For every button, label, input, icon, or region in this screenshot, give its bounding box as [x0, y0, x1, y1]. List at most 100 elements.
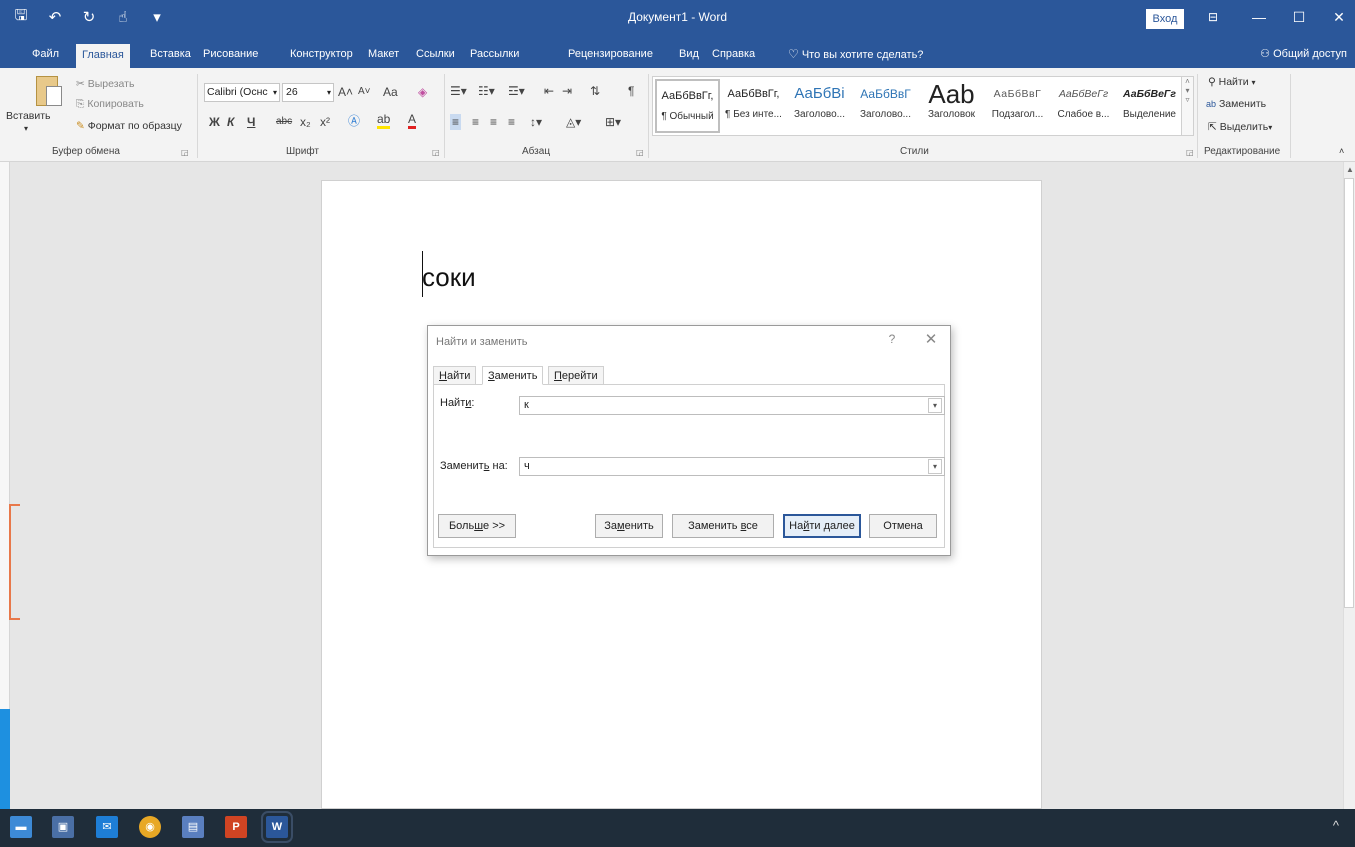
replace-with-input[interactable]: ч ▾ — [519, 457, 945, 476]
style-emphasis[interactable]: АаБбВеГг Выделение — [1117, 79, 1182, 133]
sort-icon[interactable]: ⇅ — [590, 83, 600, 99]
styles-launcher-icon[interactable]: ◲ — [1186, 148, 1194, 157]
superscript-icon[interactable]: x² — [320, 114, 330, 130]
font-name-box[interactable]: Calibri (Оснс ▾ — [204, 83, 280, 102]
share-button[interactable]: ⚇ Общий доступ — [1260, 43, 1347, 65]
style-heading-2[interactable]: АаБбВвГ Заголово... — [853, 79, 918, 133]
underline-icon[interactable]: Ч — [247, 114, 255, 130]
replace-button[interactable]: ab Заменить — [1206, 98, 1266, 110]
cut-button[interactable]: ✂ Вырезать — [76, 78, 134, 90]
align-left-icon[interactable]: ≡ — [450, 114, 462, 130]
button-text: За — [604, 520, 618, 532]
scanner-icon[interactable]: ▤ — [182, 816, 204, 838]
bold-icon[interactable]: Ж — [209, 114, 220, 130]
style-subtle-emphasis[interactable]: АаБбВеГг Слабое в... — [1051, 79, 1116, 133]
align-center-icon[interactable]: ≡ — [472, 114, 479, 130]
chevron-down-icon[interactable]: ▾ — [273, 84, 277, 101]
justify-icon[interactable]: ≡ — [508, 114, 515, 130]
chrome-icon[interactable]: ◉ — [139, 816, 161, 838]
shading-icon[interactable]: ◬▾ — [566, 114, 581, 130]
bullets-icon[interactable]: ☰▾ — [450, 83, 467, 99]
chevron-down-icon[interactable]: ▾ — [928, 398, 942, 413]
increase-indent-icon[interactable]: ⇥ — [562, 83, 572, 99]
close-button[interactable]: ✕ — [1326, 6, 1352, 28]
styles-gallery-scroll[interactable]: ˄ ▾ ▿ — [1181, 76, 1194, 136]
cancel-button[interactable]: Отмена — [869, 514, 937, 538]
style-subtitle[interactable]: АаБбВвГ Подзагол... — [985, 79, 1050, 133]
highlight-icon[interactable]: ab — [377, 113, 391, 129]
font-size-box[interactable]: 26 ▾ — [282, 83, 334, 102]
find-button[interactable]: ⚲ Найти ▾ — [1208, 76, 1256, 88]
style-normal[interactable]: АаБбВвГг, ¶ Обычный — [655, 79, 720, 133]
tab-replace[interactable]: Заменить — [482, 366, 544, 385]
text-effects-icon[interactable]: Ⓐ — [348, 113, 360, 129]
format-painter-button[interactable]: ✎ Формат по образцу — [76, 120, 182, 132]
collapse-ribbon-icon[interactable]: ˄ — [1339, 146, 1344, 156]
subscript-icon[interactable]: x₂ — [300, 114, 311, 130]
line-spacing-icon[interactable]: ↕▾ — [530, 114, 542, 130]
chevron-down-icon[interactable]: ▾ — [928, 459, 942, 474]
minimize-button[interactable]: — — [1246, 6, 1272, 28]
copy-button[interactable]: ⎘ Копировать — [76, 98, 144, 111]
tell-me-box[interactable]: ♡ Что вы хотите сделать? — [788, 43, 923, 66]
numbering-icon[interactable]: ☷▾ — [478, 83, 495, 99]
change-case-icon[interactable]: Aa — [383, 84, 398, 100]
grow-font-icon[interactable]: A˄ — [338, 84, 353, 100]
chevron-down-icon[interactable]: ▾ — [327, 84, 331, 101]
file-explorer-icon[interactable]: ▬ — [10, 816, 32, 838]
strikethrough-icon[interactable]: abc — [276, 114, 292, 130]
more-button[interactable]: Больше >> — [438, 514, 516, 538]
italic-icon[interactable]: К — [227, 114, 234, 130]
shrink-font-icon[interactable]: A˅ — [358, 84, 371, 100]
close-icon[interactable]: ✕ — [921, 330, 941, 348]
tab-references[interactable]: Ссылки — [410, 43, 461, 66]
tab-review[interactable]: Рецензирование — [562, 43, 659, 66]
style-name: Заголовок — [927, 109, 976, 120]
style-no-spacing[interactable]: АаБбВвГг, ¶ Без инте... — [721, 79, 786, 133]
maximize-button[interactable]: ☐ — [1286, 6, 1312, 28]
sign-in-button[interactable]: Вход — [1146, 9, 1184, 29]
paste-dropdown-icon[interactable]: ▾ — [24, 124, 28, 133]
tab-goto[interactable]: Перейти — [548, 366, 604, 385]
tab-home[interactable]: Главная — [76, 44, 130, 68]
document-text[interactable]: соки — [422, 262, 476, 293]
cut-label: Вырезать — [87, 78, 135, 90]
replace-button[interactable]: Заменить — [595, 514, 663, 538]
multilevel-list-icon[interactable]: ☲▾ — [508, 83, 525, 99]
tab-draw[interactable]: Рисование — [197, 43, 264, 66]
scrollbar-thumb[interactable] — [1344, 178, 1354, 608]
tab-mailings[interactable]: Рассылки — [464, 43, 525, 66]
word-icon[interactable]: W — [261, 811, 293, 843]
tab-file[interactable]: Файл — [26, 43, 65, 66]
style-title[interactable]: Aab Заголовок — [919, 79, 984, 133]
borders-icon[interactable]: ⊞▾ — [605, 114, 621, 130]
ribbon: Вставить ▾ ✂ Вырезать ⎘ Копировать ✎ Фор… — [0, 68, 1355, 162]
paragraph-launcher-icon[interactable]: ◲ — [636, 148, 644, 157]
find-next-button[interactable]: Найти далее — [783, 514, 861, 538]
help-icon[interactable]: ? — [883, 332, 901, 346]
tab-view[interactable]: Вид — [673, 43, 705, 66]
show-marks-icon[interactable]: ¶ — [628, 83, 634, 99]
clear-formatting-icon[interactable]: ◈ — [418, 84, 427, 100]
store-icon[interactable]: ▣ — [52, 816, 74, 838]
powerpoint-icon[interactable]: P — [225, 816, 247, 838]
tab-find[interactable]: Найти — [433, 366, 477, 385]
align-right-icon[interactable]: ≡ — [490, 114, 497, 130]
tray-chevron-icon[interactable]: ^ — [1333, 818, 1339, 833]
mail-icon[interactable]: ✉ — [96, 816, 118, 838]
find-what-input[interactable]: к ▾ — [519, 396, 945, 415]
decrease-indent-icon[interactable]: ⇤ — [544, 83, 554, 99]
paste-button[interactable]: Вставить — [6, 110, 51, 122]
replace-all-button[interactable]: Заменить все — [672, 514, 774, 538]
font-color-icon[interactable]: A — [408, 113, 417, 129]
style-heading-1[interactable]: АаБбВі Заголово... — [787, 79, 852, 133]
tab-layout[interactable]: Макет — [362, 43, 405, 66]
tab-design[interactable]: Конструктор — [284, 43, 359, 66]
tab-insert[interactable]: Вставка — [144, 43, 197, 66]
font-launcher-icon[interactable]: ◲ — [432, 148, 440, 157]
tab-help[interactable]: Справка — [706, 43, 761, 66]
scroll-up-icon[interactable]: ▲ — [1346, 165, 1354, 174]
ribbon-display-options-icon[interactable]: ⊟ — [1200, 6, 1226, 28]
select-button[interactable]: ⇱ Выделить▾ — [1208, 121, 1272, 133]
clipboard-launcher-icon[interactable]: ◲ — [181, 148, 189, 157]
